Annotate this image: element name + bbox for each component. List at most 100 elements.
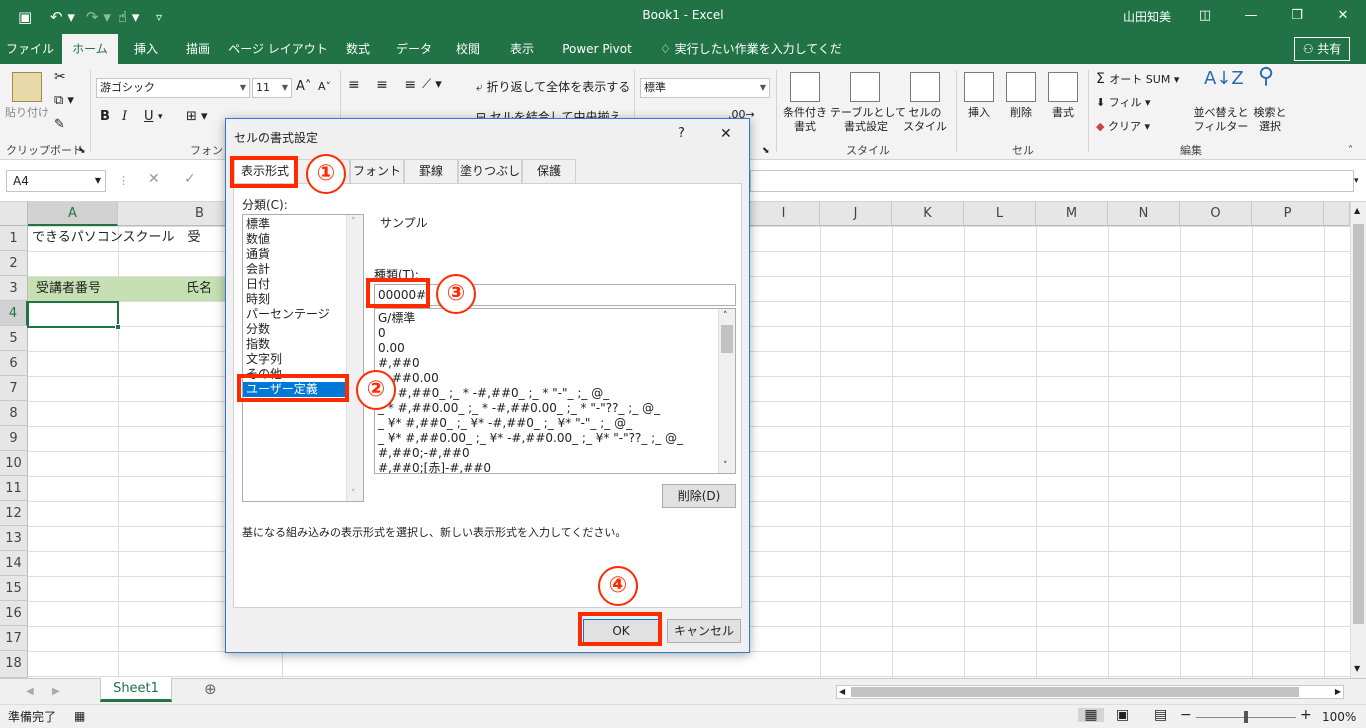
row-header-7[interactable]: 7 xyxy=(0,376,28,401)
delete-cells-button[interactable]: 削除 xyxy=(1006,106,1036,120)
cell-styles-icon[interactable] xyxy=(910,72,940,102)
format-code-item[interactable]: 0 xyxy=(375,326,735,341)
row-header-6[interactable]: 6 xyxy=(0,351,28,376)
chevron-down-icon[interactable]: ▾ xyxy=(158,110,163,124)
new-sheet-icon[interactable]: ⊕ xyxy=(204,682,217,697)
next-sheet-icon[interactable]: ▶ xyxy=(52,685,60,699)
row-header-12[interactable]: 12 xyxy=(0,501,28,526)
tab-formulas[interactable]: 数式 xyxy=(334,34,382,64)
format-code-item[interactable]: _ * #,##0_ ;_ * -#,##0_ ;_ * "-"_ ;_ @_ xyxy=(375,386,735,401)
page-break-view-icon[interactable]: ▤ xyxy=(1154,708,1167,722)
tab-view[interactable]: 表示 xyxy=(496,34,548,64)
format-code-item[interactable]: 0.00 xyxy=(375,341,735,356)
help-button[interactable]: ? xyxy=(678,127,685,141)
format-as-table-icon[interactable] xyxy=(850,72,880,102)
scroll-up-icon[interactable]: ▲ xyxy=(1354,206,1360,215)
zoom-slider-thumb[interactable] xyxy=(1244,711,1248,723)
tell-me-box[interactable]: ♢ 実行したい作業を入力してください xyxy=(660,34,850,86)
find-icon[interactable]: ⚲ xyxy=(1258,66,1274,88)
confirm-entry-icon[interactable]: ✓ xyxy=(184,172,196,186)
delete-format-button[interactable]: 削除(D) xyxy=(662,484,736,508)
category-scrollbar[interactable]: ˄ ˅ xyxy=(346,215,363,501)
category-item-number[interactable]: 数値 xyxy=(243,232,363,247)
cell-a1[interactable]: できるパソコンスクール 受 xyxy=(32,226,228,250)
autosum-button[interactable]: Σ オート SUM ▾ xyxy=(1096,72,1179,87)
scroll-thumb[interactable] xyxy=(721,325,733,353)
format-code-item[interactable]: _ * #,##0.00_ ;_ * -#,##0.00_ ;_ * "-"??… xyxy=(375,401,735,416)
format-code-item[interactable]: #,##0;-#,##0 xyxy=(375,446,735,461)
cell-a3[interactable]: 受講者番号 xyxy=(36,277,116,301)
scroll-up-icon[interactable]: ˄ xyxy=(723,311,728,321)
active-cell-a4[interactable] xyxy=(27,301,119,328)
tab-review[interactable]: 校閲 xyxy=(446,34,490,64)
tab-protection[interactable]: 保護 xyxy=(522,159,576,183)
tab-font[interactable]: フォント xyxy=(350,159,404,183)
cancel-button[interactable]: キャンセル xyxy=(667,619,741,643)
underline-button[interactable]: U xyxy=(144,110,154,124)
conditional-format-button[interactable]: 条件付き 書式 xyxy=(780,106,830,134)
tab-home[interactable]: ホーム xyxy=(62,34,118,64)
vertical-align-icons[interactable]: ≡ ≡ ≡ xyxy=(348,78,422,92)
scroll-right-icon[interactable]: ▶ xyxy=(1335,686,1341,698)
column-header-a[interactable]: A xyxy=(28,202,118,226)
row-header-4[interactable]: 4 xyxy=(0,301,28,326)
formula-input[interactable] xyxy=(750,170,1354,192)
scroll-left-icon[interactable]: ◀ xyxy=(839,686,845,698)
format-code-item[interactable]: G/標準 xyxy=(375,311,735,326)
row-header-5[interactable]: 5 xyxy=(0,326,28,351)
row-header-3[interactable]: 3 xyxy=(0,276,28,301)
tab-file[interactable]: ファイル xyxy=(0,34,60,64)
expand-formula-icon[interactable]: ▾ xyxy=(1354,174,1359,188)
category-item-date[interactable]: 日付 xyxy=(243,277,363,292)
ribbon-display-icon[interactable]: ◫ xyxy=(1183,4,1227,28)
collapse-ribbon-icon[interactable]: ˄ xyxy=(1348,144,1353,158)
format-code-item[interactable]: #,##0 xyxy=(375,356,735,371)
scroll-down-icon[interactable]: ˅ xyxy=(351,489,356,499)
column-header-k[interactable]: K xyxy=(892,202,964,226)
scroll-up-icon[interactable]: ˄ xyxy=(351,217,356,227)
tab-data[interactable]: データ xyxy=(386,34,442,64)
row-header-15[interactable]: 15 xyxy=(0,576,28,601)
close-icon[interactable]: ✕ xyxy=(1321,4,1365,28)
scroll-down-icon[interactable]: ˅ xyxy=(723,461,728,471)
bold-button[interactable]: B xyxy=(100,110,110,124)
sheet-tab-sheet1[interactable]: Sheet1 xyxy=(100,678,172,702)
column-header-j[interactable]: J xyxy=(820,202,892,226)
row-header-17[interactable]: 17 xyxy=(0,626,28,651)
category-item-scientific[interactable]: 指数 xyxy=(243,337,363,352)
share-button[interactable]: ⚇ 共有 xyxy=(1294,37,1350,61)
category-item-accounting[interactable]: 会計 xyxy=(243,262,363,277)
clipboard-launcher-icon[interactable]: ⬊ xyxy=(78,144,86,158)
dialog-close-button[interactable]: ✕ xyxy=(720,127,732,141)
format-code-item[interactable]: _ ¥* #,##0_ ;_ ¥* -#,##0_ ;_ ¥* "-"_ ;_ … xyxy=(375,416,735,431)
font-name-combo[interactable]: 游ゴシック ▼ xyxy=(96,78,250,98)
sort-filter-icon[interactable]: A↓Z xyxy=(1204,70,1244,88)
format-code-list[interactable]: G/標準 0 0.00 #,##0 #,##0.00 _ * #,##0_ ;_… xyxy=(374,308,736,474)
scroll-thumb[interactable] xyxy=(1353,224,1364,624)
delete-cells-icon[interactable] xyxy=(1006,72,1036,102)
category-list[interactable]: 標準 数値 通貨 会計 日付 時刻 パーセンテージ 分数 指数 文字列 その他 … xyxy=(242,214,364,502)
format-as-table-button[interactable]: テーブルとして 書式設定 xyxy=(830,106,906,134)
zoom-in-icon[interactable]: + xyxy=(1300,708,1312,722)
column-header-o[interactable]: O xyxy=(1180,202,1252,226)
row-header-16[interactable]: 16 xyxy=(0,601,28,626)
cancel-entry-icon[interactable]: ✕ xyxy=(148,172,160,186)
prev-sheet-icon[interactable]: ◀ xyxy=(26,685,34,699)
column-header-p[interactable]: P xyxy=(1252,202,1324,226)
format-code-item[interactable]: _ ¥* #,##0.00_ ;_ ¥* -#,##0.00_ ;_ ¥* "-… xyxy=(375,431,735,446)
scroll-down-icon[interactable]: ▼ xyxy=(1354,664,1360,673)
format-cells-button[interactable]: 書式 xyxy=(1048,106,1078,120)
zoom-level[interactable]: 100% xyxy=(1322,710,1356,724)
format-code-item[interactable]: #,##0.00 xyxy=(375,371,735,386)
cut-icon[interactable]: ✂ xyxy=(54,70,66,84)
category-item-text[interactable]: 文字列 xyxy=(243,352,363,367)
category-item-general[interactable]: 標準 xyxy=(243,217,363,232)
cell-b3[interactable]: 氏名 xyxy=(186,277,226,301)
insert-cells-button[interactable]: 挿入 xyxy=(964,106,994,120)
tab-fill[interactable]: 塗りつぶし xyxy=(458,159,522,183)
select-all-corner[interactable] xyxy=(0,202,28,226)
format-cells-icon[interactable] xyxy=(1048,72,1078,102)
row-header-11[interactable]: 11 xyxy=(0,476,28,501)
tab-insert[interactable]: 挿入 xyxy=(122,34,170,64)
insert-cells-icon[interactable] xyxy=(964,72,994,102)
